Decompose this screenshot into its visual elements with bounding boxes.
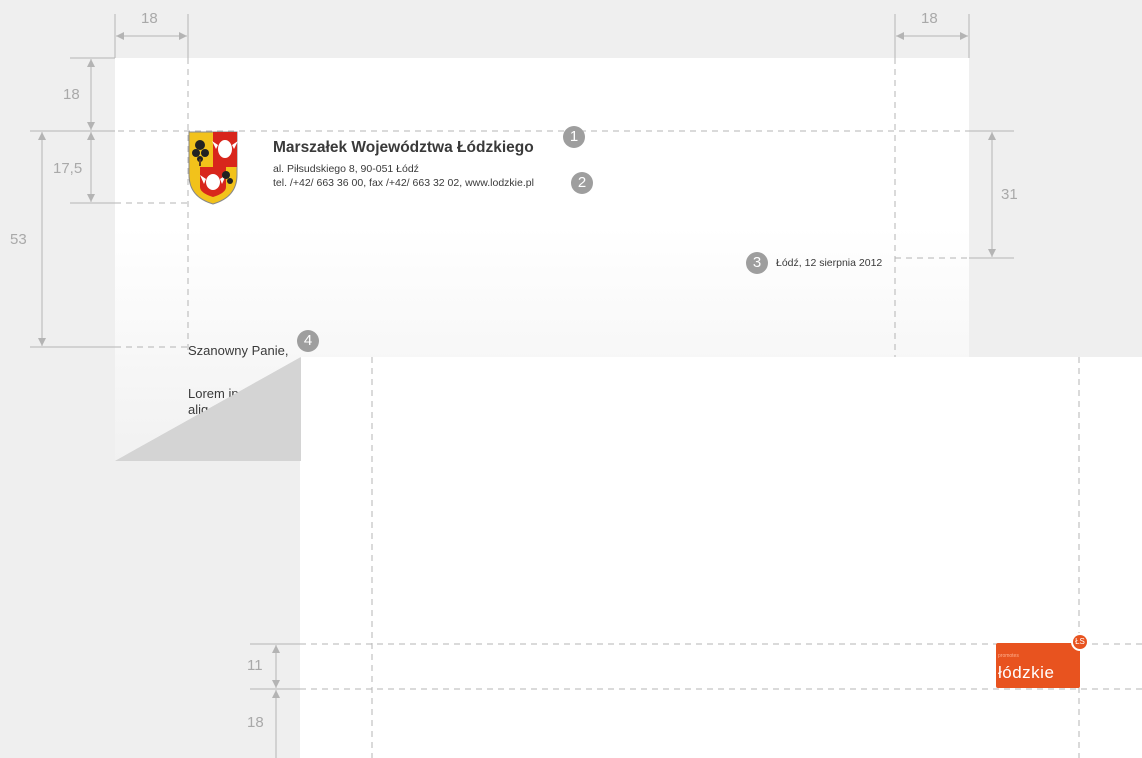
marker-2: 2 [571, 172, 593, 194]
lodzkie-logo-wordmark: łódzkie [998, 663, 1055, 682]
letterhead-title: Marszałek Województwa Łódzkiego [273, 139, 534, 156]
dim-footer-logo-height: 11 [247, 657, 263, 674]
dim-date-offset: 31 [1001, 186, 1018, 203]
dim-content-offset: 53 [10, 231, 27, 248]
salutation: Szanowny Panie, [188, 343, 289, 358]
marker-4: 4 [297, 330, 319, 352]
letterhead-contact: tel. /+42/ 663 36 00, fax /+42/ 663 32 0… [273, 177, 534, 189]
marker-1: 1 [563, 126, 585, 148]
dim-header-height: 17,5 [53, 160, 83, 177]
letter-date: Łódź, 12 sierpnia 2012 [776, 257, 883, 269]
coat-of-arms-icon [188, 131, 238, 205]
page-fold-overlay [115, 357, 301, 461]
dim-margin-top: 18 [63, 86, 80, 103]
dim-footer-margin: 18 [247, 714, 264, 731]
dim-margin-left: 18 [141, 10, 158, 27]
marker-3: 3 [746, 252, 768, 274]
letterhead-address: al. Piłsudskiego 8, 90-051 Łódź [273, 163, 419, 175]
lodzkie-logo-tagline: promotes [998, 653, 1019, 659]
lodzkie-logo-badge: ŁS [1073, 635, 1087, 649]
dim-margin-right: 18 [921, 10, 938, 27]
